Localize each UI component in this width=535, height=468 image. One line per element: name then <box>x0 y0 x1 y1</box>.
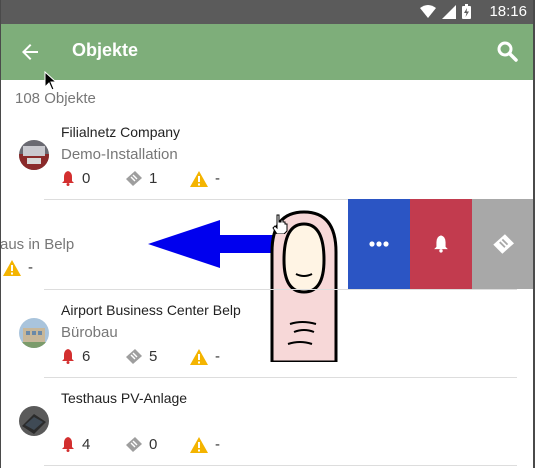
swipe-actions <box>348 199 534 289</box>
alarm-count: 0 <box>61 170 90 187</box>
battery-icon <box>462 4 471 19</box>
wifi-icon <box>420 4 436 18</box>
ticket-icon <box>126 437 142 452</box>
warning-count: - <box>190 348 220 365</box>
page-title: Objekte <box>72 40 139 60</box>
signal-icon <box>442 4 456 19</box>
alarm-button[interactable] <box>410 199 472 289</box>
item-subtitle: aus in Belp <box>0 236 75 253</box>
warning-count: - <box>190 436 220 453</box>
ticket-icon <box>126 349 142 364</box>
warning-icon <box>190 348 208 365</box>
list-item[interactable]: Airport Business Center Belp Bürobau 6 5… <box>0 290 535 378</box>
back-arrow-icon[interactable] <box>18 40 42 64</box>
avatar <box>19 406 49 436</box>
more-dots-icon <box>369 241 389 247</box>
bell-icon <box>62 349 74 364</box>
clock: 18:16 <box>489 3 527 20</box>
bell-icon <box>62 437 74 452</box>
ticket-count: 5 <box>125 348 157 365</box>
item-name: Testhaus PV-Anlage <box>61 390 188 406</box>
warning-icon <box>190 436 208 453</box>
app-bar: Objekte <box>0 24 535 80</box>
warning-icon <box>190 170 208 187</box>
avatar <box>19 318 49 348</box>
warning-count: - <box>190 170 220 187</box>
ticket-button[interactable] <box>472 199 534 289</box>
warning-count: - <box>3 259 33 276</box>
ticket-icon <box>126 171 142 186</box>
item-name: Airport Business Center Belp <box>61 302 241 318</box>
warning-icon <box>3 259 21 276</box>
ticket-count: 1 <box>125 170 157 187</box>
alarm-count: 6 <box>61 348 90 365</box>
list-item[interactable]: Testhaus PV-Anlage 4 0 - <box>0 378 535 468</box>
item-name: Filialnetz Company <box>61 124 181 140</box>
item-subtitle: Bürobau <box>61 324 118 341</box>
status-bar: 18:16 <box>0 0 535 24</box>
object-count: 108 Objekte <box>15 90 96 107</box>
ticket-count: 0 <box>125 436 157 453</box>
item-subtitle: Demo-Installation <box>61 146 178 163</box>
avatar <box>19 140 49 170</box>
alarm-count: 4 <box>61 436 90 453</box>
list-item[interactable]: Filialnetz Company Demo-Installation 0 1… <box>0 112 535 200</box>
bell-icon <box>434 235 448 253</box>
bell-icon <box>62 171 74 186</box>
search-icon[interactable] <box>495 39 519 63</box>
window-edge-left <box>0 0 1 468</box>
list-divider <box>44 465 517 466</box>
more-button[interactable] <box>348 199 410 289</box>
ticket-icon <box>493 234 514 254</box>
